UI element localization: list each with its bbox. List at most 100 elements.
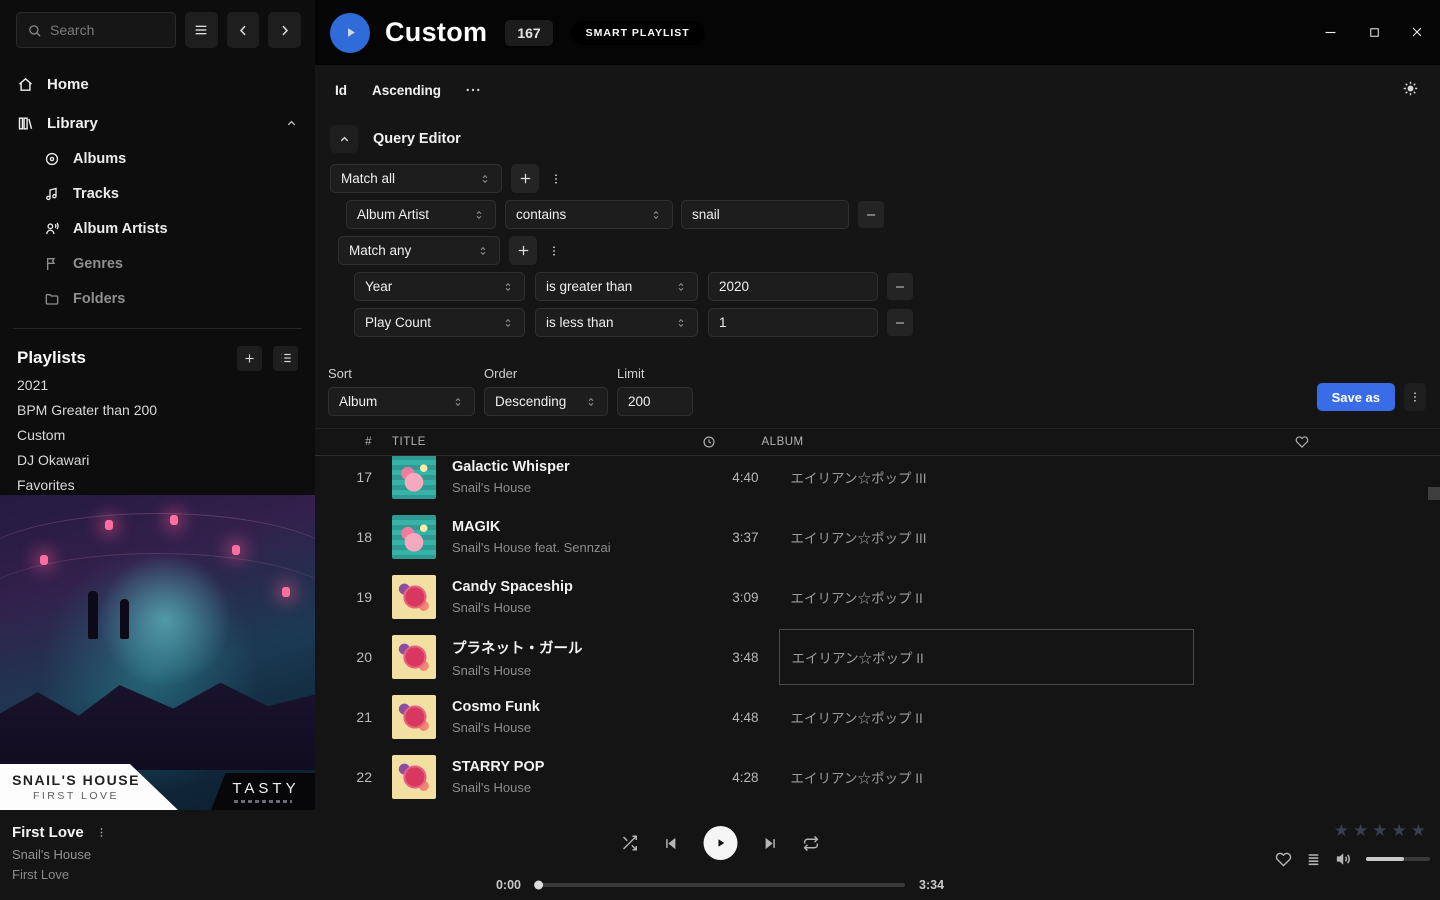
column-header-duration[interactable] [669, 435, 729, 449]
group-options-button[interactable] [544, 236, 564, 265]
save-as-button[interactable]: Save as [1317, 383, 1395, 411]
sort-select[interactable]: Album [328, 387, 475, 416]
rule-operator-select[interactable]: is less than [535, 308, 698, 337]
add-rule-button[interactable] [511, 164, 539, 193]
remove-rule-button[interactable] [887, 273, 913, 300]
sidebar-item-tracks[interactable]: Tracks [0, 182, 315, 206]
table-row[interactable]: 19 Candy Spaceship Snail's House 3:09 エイ… [315, 567, 1440, 627]
table-row[interactable]: 20 プラネット・ガール Snail's House 3:48 エイリアン☆ポッ… [315, 627, 1440, 687]
volume-button[interactable] [1335, 850, 1353, 868]
group-options-button[interactable] [546, 164, 566, 193]
order-select[interactable]: Descending [484, 387, 608, 416]
star-icon[interactable]: ★ [1372, 821, 1387, 841]
sort-direction-button[interactable]: Ascending [372, 83, 441, 98]
rule-value-input[interactable] [719, 315, 867, 330]
playlist-list-button[interactable] [273, 346, 298, 371]
table-row[interactable]: 17 Galactic Whisper Snail's House 4:40 エ… [315, 447, 1440, 507]
star-icon[interactable]: ★ [1353, 821, 1368, 841]
rule-value-input[interactable] [692, 207, 838, 222]
star-icon[interactable]: ★ [1392, 821, 1407, 841]
playlist-item-favorites[interactable]: Favorites [0, 472, 315, 497]
chevron-up-icon[interactable] [285, 117, 298, 130]
track-artist[interactable]: Snail's House [452, 480, 699, 495]
track-title[interactable]: Cosmo Funk [452, 699, 699, 715]
seek-slider[interactable] [535, 883, 905, 887]
sidebar-item-library[interactable]: Library [0, 110, 315, 136]
track-album-cell[interactable]: エイリアン☆ポップ III [779, 509, 1194, 565]
sidebar-item-genres[interactable]: Genres [0, 252, 315, 276]
previous-track-button[interactable] [664, 836, 679, 851]
search-input[interactable] [50, 22, 165, 38]
sidebar-item-home[interactable]: Home [0, 71, 315, 97]
track-album-cell[interactable]: エイリアン☆ポップ II [779, 689, 1194, 745]
now-playing-album[interactable]: First Love [12, 867, 108, 882]
remove-rule-button[interactable] [887, 309, 913, 336]
now-playing-artwork[interactable]: SNAIL'S HOUSE FIRST LOVE TASTY [0, 495, 315, 810]
nav-back-button[interactable] [227, 12, 260, 48]
window-minimize-button[interactable] [1320, 22, 1340, 42]
track-artist[interactable]: Snail's House feat. Sennzai [452, 540, 699, 555]
track-title[interactable]: STARRY POP [452, 759, 699, 775]
playlist-item-dj-okawari[interactable]: DJ Okawari [0, 447, 315, 472]
collapse-query-editor-button[interactable] [330, 125, 358, 153]
shuffle-button[interactable] [621, 834, 639, 852]
track-album-cell[interactable]: エイリアン☆ポップ II [779, 749, 1194, 805]
rating-stars[interactable]: ★★★★★ [1334, 821, 1426, 841]
column-header-title[interactable]: TITLE [392, 436, 669, 448]
playlist-item-custom[interactable]: Custom [0, 422, 315, 447]
search-box[interactable] [16, 12, 176, 48]
rule-operator-select[interactable]: contains [505, 200, 673, 229]
track-album[interactable]: エイリアン☆ポップ III [779, 449, 1194, 505]
track-album[interactable]: エイリアン☆ポップ III [779, 509, 1194, 565]
star-icon[interactable]: ★ [1334, 821, 1349, 841]
favorite-button[interactable] [1275, 851, 1292, 868]
add-rule-button[interactable] [509, 236, 537, 265]
track-album[interactable]: エイリアン☆ポップ II [779, 749, 1194, 805]
track-album[interactable]: エイリアン☆ポップ II [779, 569, 1194, 625]
track-album-focused[interactable]: エイリアン☆ポップ II [779, 629, 1194, 685]
track-title[interactable]: プラネット・ガール [452, 637, 699, 658]
settings-button[interactable] [1402, 80, 1419, 97]
track-title[interactable]: Candy Spaceship [452, 579, 699, 595]
rule-operator-select[interactable]: is greater than [535, 272, 698, 301]
more-options-button[interactable] [464, 81, 482, 99]
now-playing-options-button[interactable] [95, 826, 108, 839]
now-playing-title[interactable]: First Love [12, 824, 84, 841]
play-pause-button[interactable] [704, 826, 738, 860]
column-header-album[interactable]: ALBUM [749, 436, 1164, 448]
track-album-cell[interactable]: エイリアン☆ポップ III [779, 449, 1194, 505]
track-title[interactable]: MAGIK [452, 519, 699, 535]
table-row[interactable]: 18 MAGIK Snail's House feat. Sennzai 3:3… [315, 507, 1440, 567]
save-options-button[interactable] [1404, 383, 1426, 411]
match-type-select[interactable]: Match all [330, 164, 502, 193]
volume-slider[interactable] [1366, 857, 1430, 861]
track-album-cell[interactable]: エイリアン☆ポップ II [779, 629, 1194, 685]
track-artist[interactable]: Snail's House [452, 720, 699, 735]
playlist-item-2021[interactable]: 2021 [0, 372, 315, 397]
track-album[interactable]: エイリアン☆ポップ II [779, 689, 1194, 745]
rule-field-select[interactable]: Year [354, 272, 525, 301]
match-type-select[interactable]: Match any [338, 236, 500, 265]
table-row[interactable]: 21 Cosmo Funk Snail's House 4:48 エイリアン☆ポ… [315, 687, 1440, 747]
now-playing-artist[interactable]: Snail's House [12, 847, 108, 862]
repeat-button[interactable] [803, 835, 820, 852]
rule-value-input[interactable] [719, 279, 867, 294]
limit-input[interactable] [628, 394, 682, 409]
window-close-button[interactable] [1407, 22, 1427, 42]
sidebar-item-folders[interactable]: Folders [0, 287, 315, 311]
nav-forward-button[interactable] [268, 12, 301, 48]
track-artist[interactable]: Snail's House [452, 663, 699, 678]
track-artist[interactable]: Snail's House [452, 600, 699, 615]
sort-field-button[interactable]: Id [335, 83, 347, 98]
column-header-favorite[interactable] [1164, 435, 1440, 449]
play-playlist-button[interactable] [330, 13, 370, 53]
rule-field-select[interactable]: Album Artist [346, 200, 496, 229]
column-header-number[interactable]: # [315, 436, 372, 448]
rule-field-select[interactable]: Play Count [354, 308, 525, 337]
playlist-item-bpm[interactable]: BPM Greater than 200 [0, 397, 315, 422]
next-track-button[interactable] [763, 836, 778, 851]
track-artist[interactable]: Snail's House [452, 780, 699, 795]
window-maximize-button[interactable] [1364, 22, 1384, 42]
track-title[interactable]: Galactic Whisper [452, 459, 699, 475]
star-icon[interactable]: ★ [1411, 821, 1426, 841]
